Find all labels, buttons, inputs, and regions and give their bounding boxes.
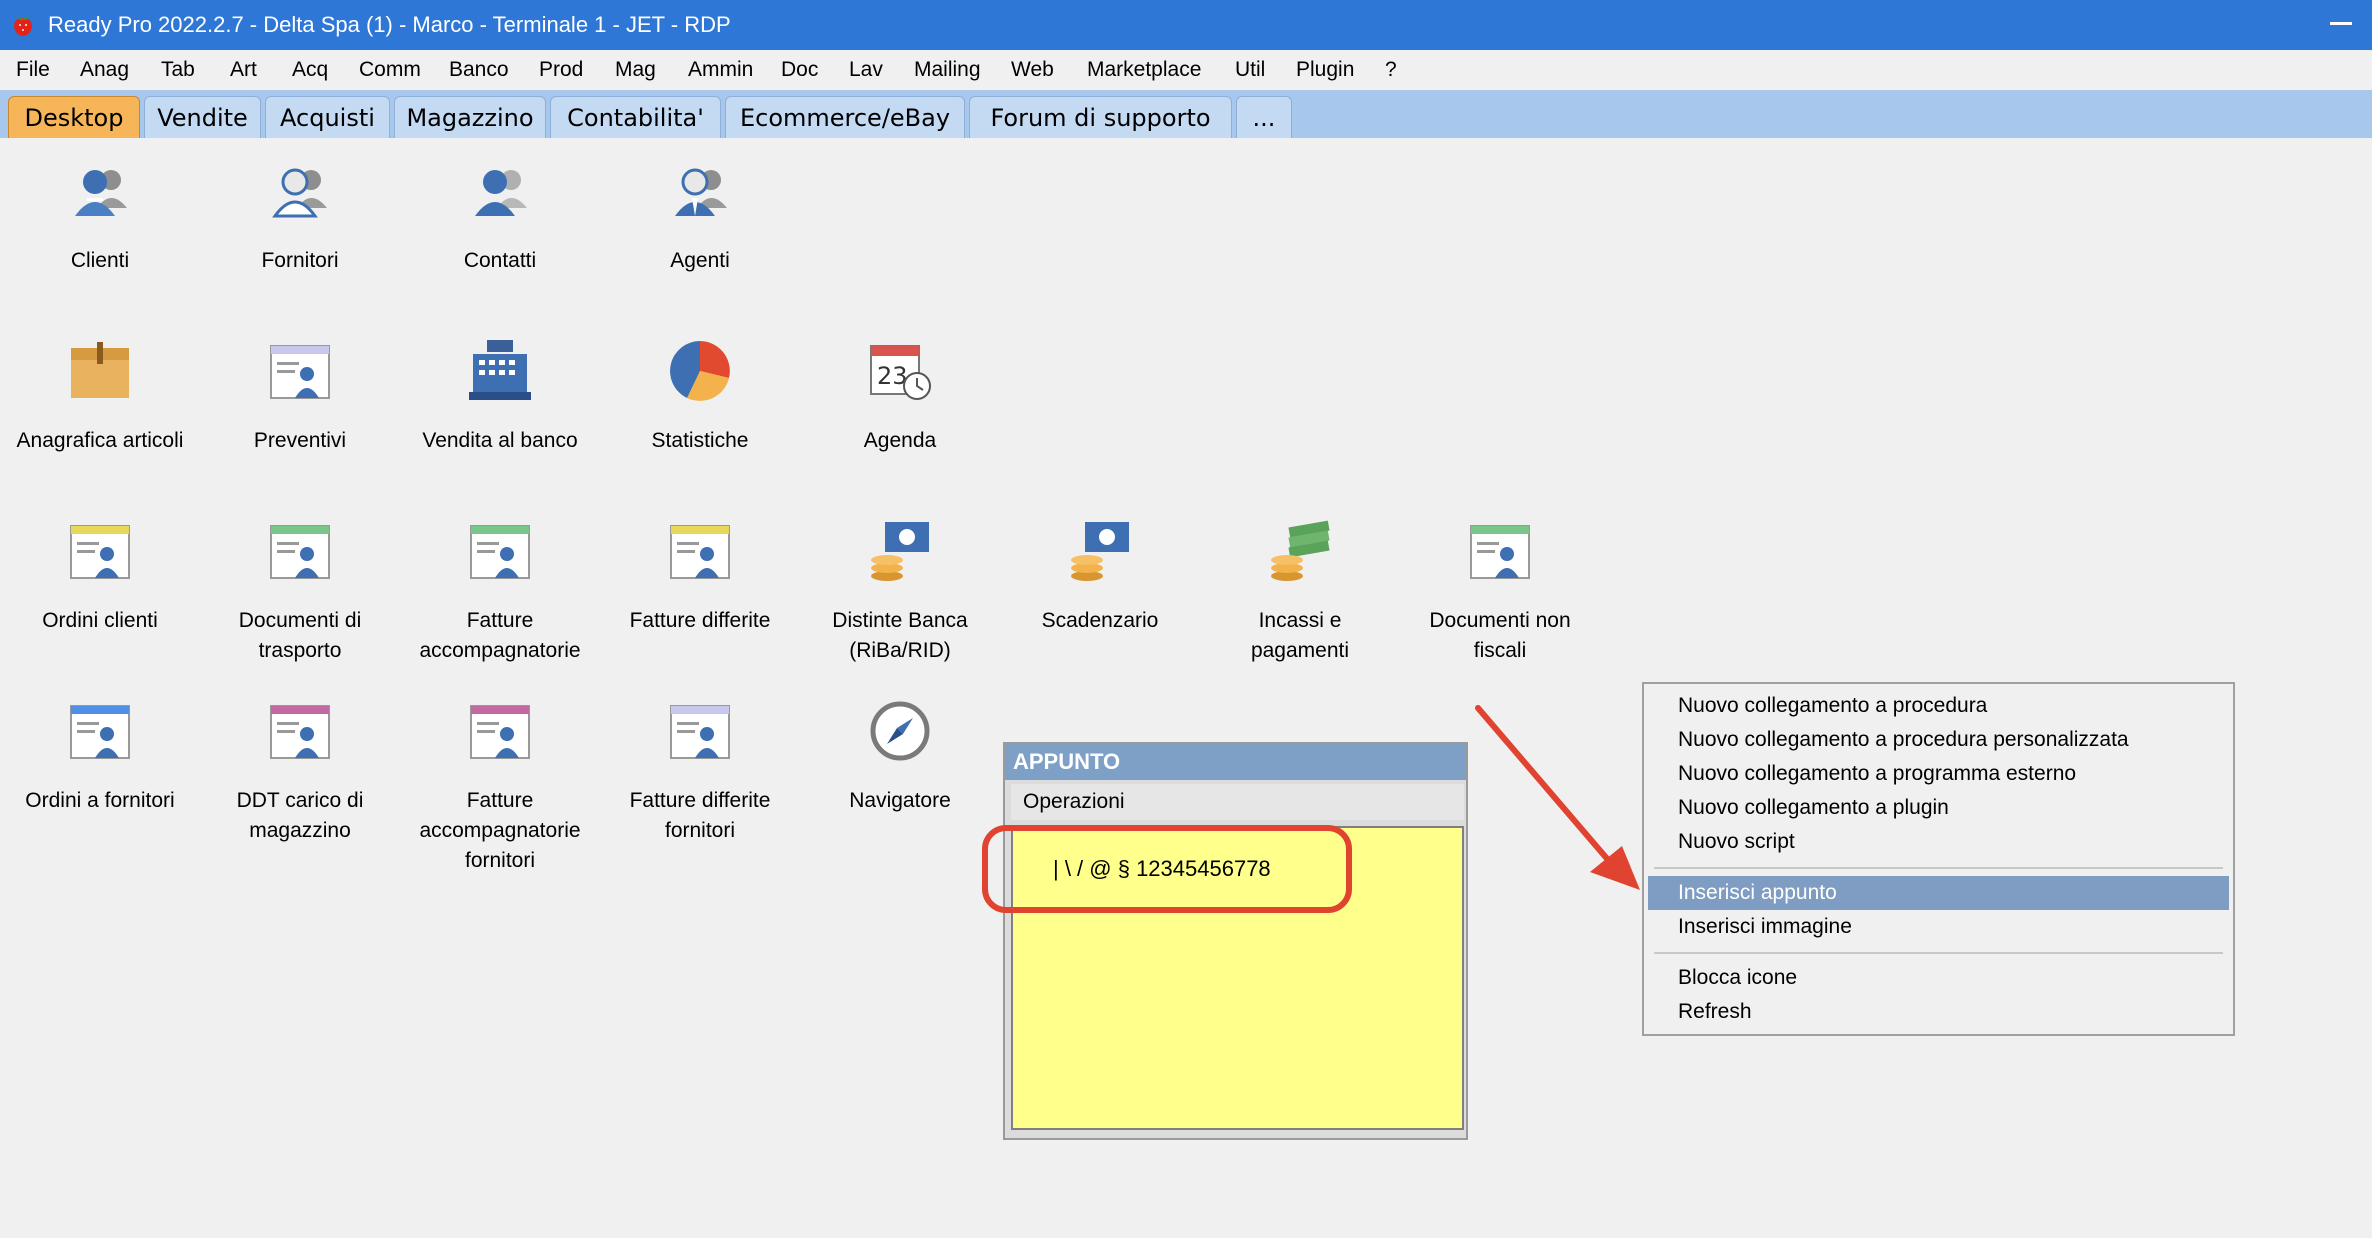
menu-item-blocca-icone[interactable]: Blocca icone (1648, 961, 2229, 995)
tab-forum-di-supporto[interactable]: Forum di supporto (969, 96, 1232, 138)
compass-icon (870, 701, 930, 761)
menu-item-inserisci-immagine[interactable]: Inserisci immagine (1648, 910, 2229, 944)
contatti-icon (475, 170, 527, 216)
document-user-icon (470, 705, 530, 759)
tab-magazzino[interactable]: Magazzino (394, 96, 546, 138)
menu-item-refresh[interactable]: Refresh (1648, 995, 2229, 1029)
menu-bar: File Anag Tab Art Acq Comm Banco Prod Ma… (0, 50, 2372, 91)
tab-ecommerce-ebay[interactable]: Ecommerce/eBay (725, 96, 965, 138)
tab-vendite[interactable]: Vendite (144, 96, 261, 138)
document-user-icon (470, 525, 530, 579)
menu-item-nuovo-collegamento-procedura-personalizzata[interactable]: Nuovo collegamento a procedura personali… (1648, 723, 2229, 757)
menu-banco[interactable]: Banco (449, 50, 509, 90)
document-user-icon (270, 525, 330, 579)
tab-acquisti[interactable]: Acquisti (265, 96, 390, 138)
desktop-item-label: Agenti (670, 249, 730, 272)
menu-ammin[interactable]: Ammin (688, 50, 753, 90)
desktop-item-label: Ordini a fornitori (25, 789, 175, 812)
desktop-item-label: Fatture differite fornitori (629, 789, 771, 842)
menu-art[interactable]: Art (230, 50, 257, 90)
document-user-icon (270, 345, 330, 399)
money-coins-icon (871, 522, 929, 581)
menu-mailing[interactable]: Mailing (914, 50, 981, 90)
desktop-item-label: Documenti di trasporto (238, 609, 362, 662)
document-user-icon (670, 525, 730, 579)
menu-item-nuovo-collegamento-programma-esterno[interactable]: Nuovo collegamento a programma esterno (1648, 757, 2229, 791)
menu-web[interactable]: Web (1011, 50, 1054, 90)
desktop-item-label: Statistiche (651, 429, 749, 452)
title-bar: Ready Pro 2022.2.7 - Delta Spa (1) - Mar… (0, 0, 2372, 50)
desktop-item-label: Ordini clienti (42, 609, 158, 632)
cash-stack-icon (1271, 520, 1330, 581)
fornitori-icon (272, 168, 327, 218)
highlight-annotation (982, 825, 1352, 913)
menu-comm[interactable]: Comm (359, 50, 421, 90)
context-menu: Nuovo collegamento a procedura Nuovo col… (1642, 682, 2235, 1036)
box-icon (71, 342, 129, 398)
tab-contabilita[interactable]: Contabilita' (550, 96, 721, 138)
desktop-item-label: Fatture differite (629, 609, 771, 632)
desktop-item-label: Fatture accompagnatorie (419, 609, 581, 662)
menu-mag[interactable]: Mag (615, 50, 656, 90)
menu-item-nuovo-collegamento-procedura[interactable]: Nuovo collegamento a procedura (1648, 689, 2229, 723)
clienti-icon (75, 170, 127, 216)
desktop-item-label: Scadenzario (1041, 609, 1159, 632)
strawberry-app-icon (14, 16, 32, 36)
note-title: APPUNTO (1005, 744, 1466, 780)
tab-desktop[interactable]: Desktop (8, 96, 140, 138)
document-user-icon (270, 705, 330, 759)
document-user-icon (670, 705, 730, 759)
menu-doc[interactable]: Doc (781, 50, 818, 90)
minimize-button[interactable] (2330, 22, 2352, 25)
agenti-icon (675, 168, 727, 216)
cash-register-icon (469, 340, 531, 400)
desktop-item-label: Documenti non fiscali (1429, 609, 1571, 662)
money-coins-icon (1071, 522, 1129, 581)
document-user-icon (1470, 525, 1530, 579)
note-operations-menu[interactable]: Operazioni (1011, 784, 1464, 820)
menu-separator (1654, 867, 2223, 869)
menu-item-inserisci-appunto[interactable]: Inserisci appunto (1648, 876, 2229, 910)
window-title: Ready Pro 2022.2.7 - Delta Spa (1) - Mar… (48, 12, 731, 37)
desktop-item-label: Fornitori (261, 249, 339, 272)
tab-more[interactable]: ... (1236, 96, 1292, 138)
desktop-item-label: Incassi e pagamenti (1250, 609, 1350, 662)
desktop-item-label: Agenda (863, 429, 937, 452)
menu-help[interactable]: ? (1385, 50, 1397, 90)
pie-chart-icon (670, 341, 730, 401)
menu-item-nuovo-script[interactable]: Nuovo script (1648, 825, 2229, 859)
desktop-item-label: Fatture accompagnatorie fornitori (419, 789, 581, 872)
note-window[interactable]: APPUNTO Operazioni | \ / @ § 12345456778 (1003, 742, 1468, 1140)
menu-util[interactable]: Util (1235, 50, 1265, 90)
menu-marketplace[interactable]: Marketplace (1087, 50, 1201, 90)
menu-plugin[interactable]: Plugin (1296, 50, 1354, 90)
desktop-item-label: DDT carico di magazzino (236, 789, 364, 842)
tab-bar: Desktop Vendite Acquisti Magazzino Conta… (0, 90, 2372, 138)
menu-lav[interactable]: Lav (849, 50, 883, 90)
red-arrow-icon (1475, 705, 1640, 890)
desktop-item-label: Navigatore (849, 789, 951, 812)
desktop-item-label: Clienti (70, 249, 130, 272)
document-user-icon (70, 705, 130, 759)
menu-anag[interactable]: Anag (80, 50, 129, 90)
desktop-item-label: Preventivi (253, 429, 347, 452)
desktop-item-label: Anagrafica articoli (16, 429, 184, 452)
menu-acq[interactable]: Acq (292, 50, 328, 90)
document-user-icon (70, 525, 130, 579)
calendar-clock-icon: 23 (870, 345, 931, 400)
svg-text:23: 23 (877, 362, 908, 390)
menu-separator (1654, 952, 2223, 954)
desktop-item-label: Contatti (463, 249, 537, 272)
menu-prod[interactable]: Prod (539, 50, 583, 90)
menu-item-nuovo-collegamento-plugin[interactable]: Nuovo collegamento a plugin (1648, 791, 2229, 825)
desktop-item-label: Distinte Banca (RiBa/RID) (832, 609, 968, 662)
desktop-item-label: Vendita al banco (422, 429, 578, 452)
menu-tab[interactable]: Tab (161, 50, 195, 90)
menu-file[interactable]: File (16, 50, 50, 90)
